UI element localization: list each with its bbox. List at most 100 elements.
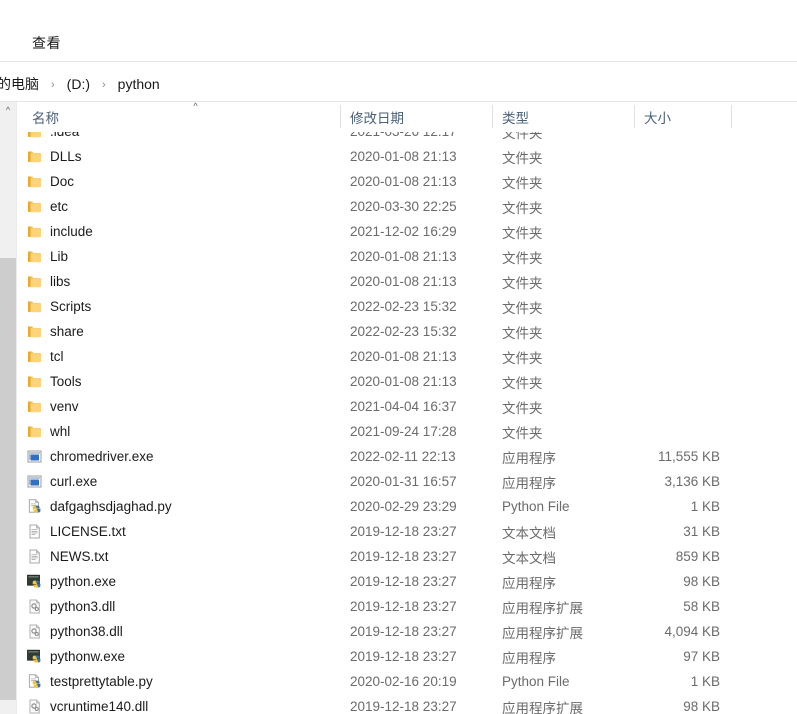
file-row[interactable]: NEWS.txt 2019-12-18 23:27 文本文档 859 KB: [22, 544, 797, 569]
file-row[interactable]: venv 2021-04-04 16:37 文件夹: [22, 394, 797, 419]
file-name-cell[interactable]: whl: [22, 419, 340, 444]
file-date-cell: 2020-01-08 21:13: [350, 174, 457, 189]
file-row[interactable]: .idea2021-03-26 12:17 文件夹: [22, 132, 797, 144]
file-size-cell: 4,094 KB: [664, 624, 720, 639]
file-date-cell: 2020-02-29 23:29: [350, 499, 457, 514]
scroll-up-arrow-icon[interactable]: ^: [0, 102, 16, 119]
file-date-cell: 2019-12-18 23:27: [350, 624, 457, 639]
column-header-extra[interactable]: [731, 102, 797, 131]
file-row[interactable]: chromedriver.exe 2022-02-11 22:13 应用程序 11,5…: [22, 444, 797, 469]
file-name-cell[interactable]: curl.exe: [22, 469, 340, 494]
file-size-cell: [634, 419, 731, 444]
file-name-cell[interactable]: Scripts: [22, 294, 340, 319]
vertical-scrollbar[interactable]: ^: [0, 102, 17, 714]
file-name-cell[interactable]: Doc: [22, 169, 340, 194]
file-row[interactable]: dafgaghsdjaghad.py 2020-02-29 23:29 Python…: [22, 494, 797, 519]
file-date-cell: 2022-02-23 15:32: [350, 299, 457, 314]
file-row[interactable]: Doc 2020-01-08 21:13 文件夹: [22, 169, 797, 194]
file-name-cell[interactable]: vcruntime140.dll: [22, 694, 340, 714]
file-row[interactable]: whl 2021-09-24 17:28 文件夹: [22, 419, 797, 444]
breadcrumb-item-drive-d[interactable]: (D:): [64, 75, 93, 93]
file-name-cell[interactable]: pythonw.exe: [22, 644, 340, 669]
breadcrumb-item-this-pc[interactable]: 的电脑: [0, 73, 42, 95]
file-name-cell[interactable]: libs: [22, 269, 340, 294]
file-name-cell[interactable]: chromedriver.exe: [22, 444, 340, 469]
column-header-name[interactable]: 名称: [22, 102, 340, 131]
file-row[interactable]: libs 2020-01-08 21:13 文件夹: [22, 269, 797, 294]
file-type-cell: 文件夹: [502, 150, 543, 166]
file-type-cell: 应用程序: [502, 575, 556, 591]
file-row[interactable]: DLLs 2020-01-08 21:13 文件夹: [22, 144, 797, 169]
file-name-cell[interactable]: include: [22, 219, 340, 244]
file-name-cell[interactable]: share: [22, 319, 340, 344]
address-bar[interactable]: 的电脑 › (D:) › python: [0, 62, 797, 102]
file-name-cell[interactable]: python3.dll: [22, 594, 340, 619]
file-date-cell: 2020-02-16 20:19: [350, 674, 457, 689]
file-row[interactable]: python3.dll 2019-12-18 23:27 应用程序扩展 58 KB: [22, 594, 797, 619]
file-type-cell: 文件夹: [502, 325, 543, 341]
ribbon-tab-strip: 查看: [0, 0, 797, 61]
ribbon-tab-view[interactable]: 查看: [22, 31, 71, 55]
file-row[interactable]: etc 2020-03-30 22:25 文件夹: [22, 194, 797, 219]
column-header-type-label: 类型: [502, 110, 529, 126]
file-date-cell: 2021-04-04 16:37: [350, 399, 457, 414]
file-type-cell: 应用程序扩展: [502, 625, 583, 641]
file-type-cell: 应用程序扩展: [502, 700, 583, 714]
file-name-cell[interactable]: dafgaghsdjaghad.py: [22, 494, 340, 519]
column-header-row: 名称 修改日期 类型 大小: [22, 102, 797, 131]
file-row[interactable]: Scripts 2022-02-23 15:32 文件夹: [22, 294, 797, 319]
file-row[interactable]: include 2021-12-02 16:29 文件夹: [22, 219, 797, 244]
file-name-cell[interactable]: tcl: [22, 344, 340, 369]
file-name-cell[interactable]: venv: [22, 394, 340, 419]
file-size-cell: [634, 132, 731, 144]
file-size-cell: 859 KB: [675, 549, 720, 564]
column-header-date-modified[interactable]: 修改日期: [340, 102, 492, 131]
file-name-cell[interactable]: testprettytable.py: [22, 669, 340, 694]
file-size-cell: [634, 394, 731, 419]
file-name-cell[interactable]: python38.dll: [22, 619, 340, 644]
file-type-cell: 文件夹: [502, 275, 543, 291]
file-size-cell: 11,555 KB: [657, 449, 720, 464]
file-type-cell: 文本文档: [502, 525, 556, 541]
file-type-cell: 文件夹: [502, 425, 543, 441]
file-type-cell: 应用程序: [502, 450, 556, 466]
file-name-cell[interactable]: python.exe: [22, 569, 340, 594]
file-type-cell: Python File: [502, 499, 570, 514]
file-size-cell: [634, 194, 731, 219]
file-type-cell: Python File: [502, 674, 570, 689]
file-type-cell: 文件夹: [502, 132, 543, 141]
file-type-cell: 文件夹: [502, 375, 543, 391]
file-row[interactable]: vcruntime140.dll 2019-12-18 23:27 应用程序扩展 98…: [22, 694, 797, 714]
file-type-cell: 应用程序扩展: [502, 600, 583, 616]
pane-edge: [17, 102, 18, 714]
file-row[interactable]: share 2022-02-23 15:32 文件夹: [22, 319, 797, 344]
file-row[interactable]: python38.dll 2019-12-18 23:27 应用程序扩展 4,094 …: [22, 619, 797, 644]
file-row[interactable]: Lib 2020-01-08 21:13 文件夹: [22, 244, 797, 269]
file-name-cell[interactable]: LICENSE.txt: [22, 519, 340, 544]
scrollbar-thumb[interactable]: [0, 258, 16, 700]
file-date-cell: 2020-01-08 21:13: [350, 149, 457, 164]
file-size-cell: [634, 319, 731, 344]
file-size-cell: [634, 219, 731, 244]
column-header-size[interactable]: 大小: [634, 102, 731, 131]
file-name-cell[interactable]: Tools: [22, 369, 340, 394]
file-row[interactable]: Tools 2020-01-08 21:13 文件夹: [22, 369, 797, 394]
breadcrumb-item-python[interactable]: python: [115, 75, 163, 93]
file-row[interactable]: curl.exe 2020-01-31 16:57 应用程序 3,136 KB: [22, 469, 797, 494]
file-name-cell[interactable]: etc: [22, 194, 340, 219]
file-name-cell[interactable]: NEWS.txt: [22, 544, 340, 569]
column-header-type[interactable]: 类型: [492, 102, 634, 131]
file-row[interactable]: LICENSE.txt 2019-12-18 23:27 文本文档 31 KB: [22, 519, 797, 544]
file-date-cell: 2020-01-08 21:13: [350, 349, 457, 364]
file-row[interactable]: testprettytable.py 2020-02-16 20:19 Python…: [22, 669, 797, 694]
file-date-cell: 2020-03-30 22:25: [350, 199, 457, 214]
file-name-cell[interactable]: DLLs: [22, 144, 340, 169]
file-name-cell[interactable]: Lib: [22, 244, 340, 269]
file-row[interactable]: tcl 2020-01-08 21:13 文件夹: [22, 344, 797, 369]
file-date-cell: 2019-12-18 23:27: [350, 649, 457, 664]
file-row[interactable]: python.exe 2019-12-18 23:27 应用程序 98 KB: [22, 569, 797, 594]
file-row[interactable]: pythonw.exe 2019-12-18 23:27 应用程序 97 KB: [22, 644, 797, 669]
file-name-cell[interactable]: .idea: [22, 132, 340, 144]
breadcrumb: 的电脑 › (D:) › python: [0, 73, 163, 95]
file-type-cell: 文件夹: [502, 400, 543, 416]
